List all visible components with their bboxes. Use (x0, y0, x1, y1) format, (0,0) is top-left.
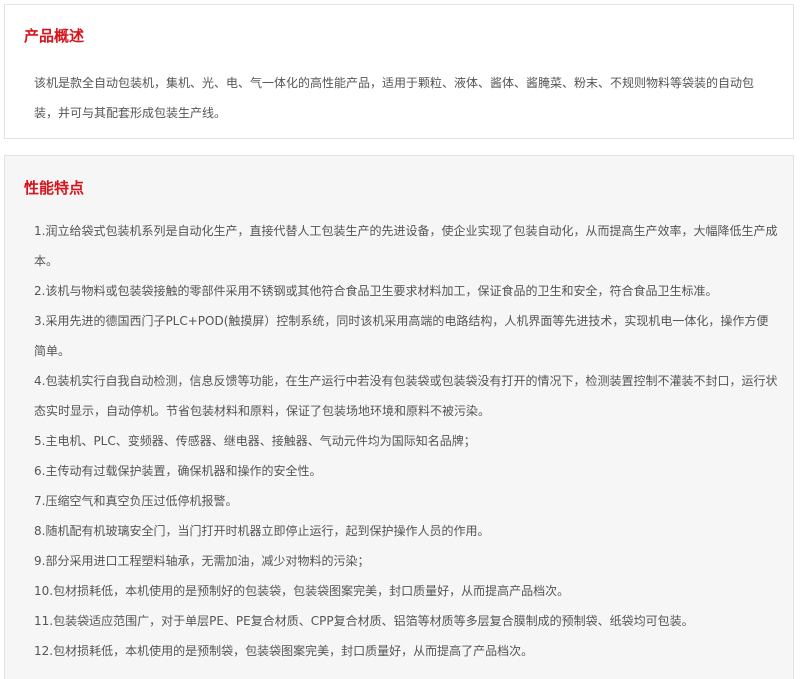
feature-item-2: 2.该机与物料或包装袋接触的零部件采用不锈钢或其他符合食品卫生要求材料加工，保证… (34, 284, 718, 298)
feature-item-11: 11.包装袋适应范围广，对于单层PE、PE复合材质、CPP复合材质、铝箔等材质等… (34, 614, 694, 628)
features-title: 性能特点 (24, 179, 85, 197)
feature-item-10: 10.包材损耗低，本机使用的是预制好的包装袋，包装袋图案完美，封口质量好，从而提… (34, 584, 570, 598)
feature-item-1: 1.润立给袋式包装机系列是自动化生产，直接代替人工包装生产的先进设备，使企业实现… (34, 224, 778, 268)
feature-list: 1.润立给袋式包装机系列是自动化生产，直接代替人工包装生产的先进设备，使企业实现… (34, 216, 779, 666)
performance-features-section: 性能特点 1.润立给袋式包装机系列是自动化生产，直接代替人工包装生产的先进设备，… (4, 155, 794, 679)
feature-item-6: 6.主传动有过载保护装置，确保机器和操作的安全性。 (34, 464, 322, 478)
feature-item-8: 8.随机配有机玻璃安全门，当门打开时机器立即停止运行，起到保护操作人员的作用。 (34, 524, 490, 538)
feature-item-4: 4.包装机实行自我自动检测，信息反馈等功能，在生产运行中若没有包装袋或包装袋没有… (34, 374, 778, 418)
feature-item-7: 7.压缩空气和真空负压过低停机报警。 (34, 494, 238, 508)
overview-text: 该机是款全自动包装机，集机、光、电、气一体化的高性能产品，适用于颗粒、液体、酱体… (34, 76, 755, 120)
product-overview-section: 产品概述 该机是款全自动包装机，集机、光、电、气一体化的高性能产品，适用于颗粒、… (4, 4, 794, 139)
feature-item-3: 3.采用先进的德国西门子PLC+POD(触摸屏）控制系统，同时该机采用高端的电路… (34, 314, 769, 358)
feature-item-5: 5.主电机、PLC、变频器、传感器、继电器、接触器、气动元件均为国际知名品牌； (34, 434, 476, 448)
feature-item-12: 12.包材损耗低，本机使用的是预制袋，包装袋图案完美，封口质量好，从而提高了产品… (34, 644, 534, 658)
page: 产品概述 该机是款全自动包装机，集机、光、电、气一体化的高性能产品，适用于颗粒、… (0, 0, 808, 679)
overview-title: 产品概述 (24, 27, 85, 45)
feature-item-9: 9.部分采用进口工程塑料轴承，无需加油，减少对物料的污染； (34, 554, 370, 568)
